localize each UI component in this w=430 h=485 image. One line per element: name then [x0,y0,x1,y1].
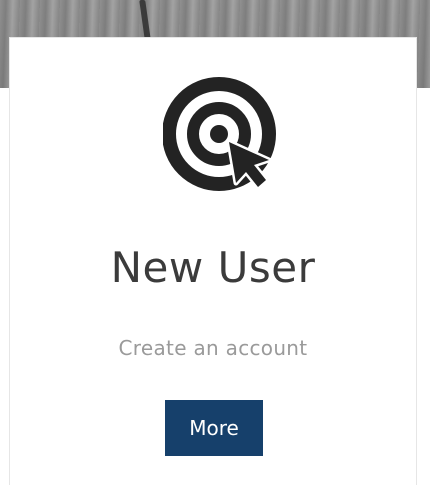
page: New User Create an account More [0,0,430,485]
more-button[interactable]: More [165,400,263,456]
new-user-card: New User Create an account More [10,38,416,485]
card-subtitle: Create an account [118,336,308,360]
card-title: New User [110,243,316,292]
target-cursor-icon [162,76,283,204]
background-crack [139,0,151,40]
